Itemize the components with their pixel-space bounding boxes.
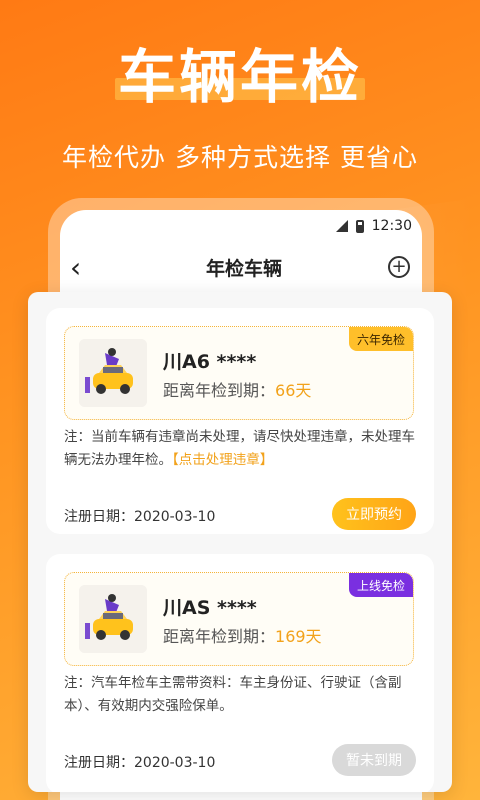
due-label: 距离年检到期：: [163, 381, 276, 400]
exemption-badge: 六年免检: [348, 327, 413, 351]
vehicle-note: 注：汽车年检车主需带资料：车主身份证、行驶证（含副本）、有效期内交强险保单。: [64, 672, 416, 718]
hero-subtitle: 年检代办 多种方式选择 更省心: [62, 143, 418, 172]
vehicle-info-box[interactable]: 上线免检 川AS **** 距离年检到期：169天: [64, 572, 414, 666]
note-text: 注：汽车年检车主需带资料：车主身份证、行驶证（含副本）、有效期内交强险保单。: [64, 675, 402, 714]
status-bar: 12:30: [60, 210, 422, 242]
due-days: 169天: [275, 627, 322, 646]
reg-label: 注册日期：: [64, 755, 134, 771]
plus-circle-icon[interactable]: +: [387, 256, 410, 278]
car-image: [79, 339, 147, 407]
battery-icon: [355, 219, 364, 233]
reg-date: 2020-03-10: [134, 509, 216, 525]
signal-icon: [334, 220, 348, 232]
status-time: 12:30: [371, 218, 412, 234]
nav-bar: ‹ 年检车辆 +: [60, 242, 422, 292]
handle-violation-link[interactable]: 【点击处理违章】: [172, 452, 273, 468]
due-days: 66天: [275, 381, 312, 400]
exemption-badge: 上线免检: [348, 573, 413, 597]
book-now-button[interactable]: 立即预约: [332, 498, 416, 530]
hero-title: 车辆年检: [117, 43, 362, 111]
vehicle-note: 注：当前车辆有违章尚未处理，请尽快处理违章，未处理车辆无法办理年检。【点击处理违…: [64, 426, 416, 472]
vehicle-card: 上线免检 川AS **** 距离年检到期：169天 注：汽车年检车主需带资料：车…: [46, 554, 434, 792]
due-info: 距离年检到期：169天: [163, 623, 322, 647]
plate-number: 川AS ****: [163, 597, 257, 619]
vehicle-info-box[interactable]: 六年免检 川A6 **** 距离年检到期：66天: [64, 326, 414, 420]
due-label: 距离年检到期：: [163, 627, 276, 646]
vehicle-list-panel: 六年免检 川A6 **** 距离年检到期：66天 注：当前车辆有违章尚未处理，请…: [28, 292, 452, 792]
chevron-left-icon[interactable]: ‹: [70, 251, 100, 284]
due-info: 距离年检到期：66天: [163, 377, 311, 401]
plate-number: 川A6 ****: [163, 351, 257, 373]
reg-label: 注册日期：: [64, 509, 134, 525]
vehicle-card: 六年免检 川A6 **** 距离年检到期：66天 注：当前车辆有违章尚未处理，请…: [46, 308, 434, 534]
registration-date: 注册日期：2020-03-10: [64, 506, 215, 526]
not-due-button[interactable]: 暂未到期: [332, 744, 416, 776]
registration-date: 注册日期：2020-03-10: [64, 752, 215, 772]
reg-date: 2020-03-10: [134, 755, 216, 771]
page-title: 年检车辆: [205, 257, 282, 280]
car-image: [79, 585, 147, 653]
